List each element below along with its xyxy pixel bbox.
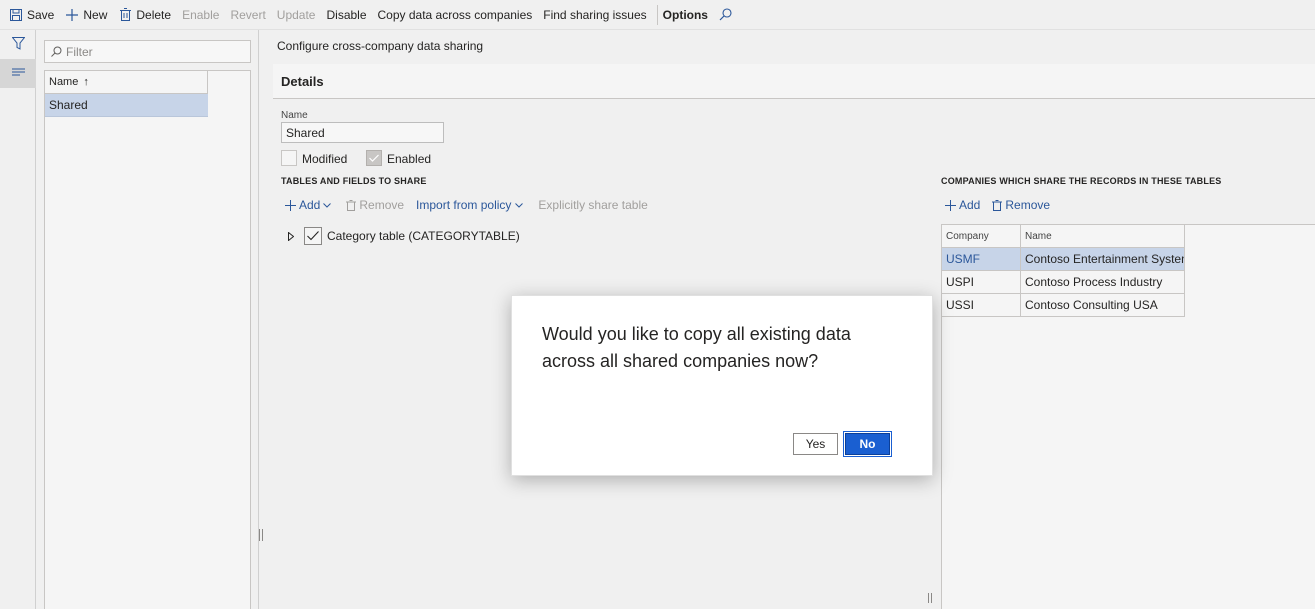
remove-label: Remove	[1005, 198, 1051, 212]
plus-icon	[285, 199, 296, 211]
update-label: Update	[276, 7, 316, 22]
company-cell: USMF	[942, 248, 1021, 270]
enabled-checkbox[interactable]	[366, 150, 382, 166]
find-sharing-issues-button[interactable]: Find sharing issues	[540, 0, 654, 30]
table-header-row: Company Name	[942, 225, 1185, 248]
company-cell: USPI	[942, 271, 1021, 293]
action-toolbar: Save New Delete Enable Revert Update Dis…	[0, 0, 1315, 30]
name-field[interactable]: Shared	[281, 122, 444, 143]
checkmark-icon	[369, 151, 379, 165]
trash-icon	[346, 199, 357, 211]
pane-splitter[interactable]	[259, 529, 263, 541]
list-grid: Name ↑ Shared	[44, 70, 251, 609]
column-header-label: Name	[49, 76, 79, 88]
list-icon	[11, 67, 25, 81]
list-pane-button[interactable]	[0, 59, 36, 88]
tables-section-title: TABLES AND FIELDS TO SHARE	[281, 176, 427, 186]
enabled-label: Enabled	[387, 152, 432, 166]
section-splitter[interactable]	[928, 593, 932, 603]
yes-button[interactable]: Yes	[793, 433, 838, 455]
list-pane: Filter Name ↑ Shared	[37, 30, 259, 609]
filter-pane-button[interactable]	[0, 30, 36, 59]
search-icon	[719, 8, 733, 22]
sort-ascending-icon: ↑	[83, 76, 89, 88]
companies-actionbar: Add Remove	[945, 198, 1062, 212]
details-header-label: Details	[281, 73, 324, 89]
remove-label: Remove	[359, 198, 405, 212]
disable-label: Disable	[326, 7, 367, 22]
modified-label: Modified	[302, 152, 348, 166]
plus-icon	[65, 8, 79, 22]
dialog-message: Would you like to copy all existing data…	[542, 324, 851, 371]
column-header-name[interactable]: Name ↑	[45, 71, 208, 94]
copy-data-label: Copy data across companies	[377, 7, 533, 22]
save-icon	[9, 8, 23, 22]
enable-label: Enable	[182, 7, 220, 22]
tree-item-checkbox[interactable]	[304, 227, 322, 245]
filter-input[interactable]: Filter	[44, 40, 251, 63]
details-header[interactable]: Details	[273, 64, 1315, 99]
delete-button[interactable]: Delete	[115, 0, 179, 30]
left-rail	[0, 30, 36, 609]
funnel-icon	[10, 36, 26, 53]
column-header-company[interactable]: Company	[942, 225, 1021, 247]
page-title: Configure cross-company data sharing	[277, 39, 484, 53]
search-icon	[51, 46, 62, 57]
save-button[interactable]: Save	[6, 0, 62, 30]
column-header-name[interactable]: Name	[1021, 225, 1185, 247]
options-label: Options	[662, 7, 708, 22]
tree-item[interactable]: Category table (CATEGORYTABLE)	[288, 227, 520, 245]
company-cell: USSI	[942, 294, 1021, 316]
confirm-dialog: Would you like to copy all existing data…	[511, 295, 933, 476]
update-button[interactable]: Update	[274, 0, 324, 30]
trash-icon	[992, 199, 1003, 211]
name-cell: Contoso Process Industry	[1021, 271, 1185, 293]
new-button[interactable]: New	[62, 0, 115, 30]
name-cell: Contoso Consulting USA	[1021, 294, 1185, 316]
explicitly-share-table-button[interactable]: Explicitly share table	[538, 198, 647, 212]
trash-icon	[118, 8, 132, 22]
remove-company-button[interactable]: Remove	[992, 198, 1050, 212]
add-label: Add	[959, 198, 981, 212]
name-value: Shared	[286, 125, 325, 140]
chevron-down-icon	[323, 202, 332, 208]
toolbar-divider	[656, 4, 658, 25]
plus-icon	[945, 199, 956, 211]
add-label: Add	[299, 198, 321, 212]
revert-button[interactable]: Revert	[227, 0, 273, 30]
revert-label: Revert	[230, 7, 266, 22]
disable-button[interactable]: Disable	[323, 0, 374, 30]
explicitly-share-label: Explicitly share table	[538, 198, 648, 212]
list-item[interactable]: Shared	[45, 94, 208, 117]
no-button[interactable]: No	[843, 431, 892, 457]
name-cell: Contoso Entertainment System ...	[1021, 248, 1185, 270]
new-label: New	[83, 7, 108, 22]
delete-label: Delete	[136, 7, 172, 22]
search-button[interactable]	[716, 0, 745, 30]
table-row[interactable]: USSI Contoso Consulting USA	[942, 294, 1185, 317]
tables-actionbar: Add Remove Import from policy Explicitly…	[285, 198, 660, 212]
table-row[interactable]: USMF Contoso Entertainment System ...	[942, 248, 1185, 271]
list-item-label: Shared	[49, 98, 88, 112]
modified-checkbox[interactable]	[281, 150, 297, 166]
copy-data-button[interactable]: Copy data across companies	[375, 0, 541, 30]
import-label: Import from policy	[416, 198, 512, 212]
expand-triangle-icon[interactable]	[288, 231, 298, 241]
chevron-down-icon	[515, 202, 524, 208]
tree-item-label: Category table (CATEGORYTABLE)	[327, 229, 520, 243]
options-tab[interactable]: Options	[660, 0, 716, 30]
filter-placeholder: Filter	[66, 44, 93, 59]
companies-grid: Company Name USMF Contoso Entertainment …	[941, 224, 1315, 609]
find-issues-label: Find sharing issues	[543, 7, 647, 22]
save-label: Save	[27, 7, 55, 22]
enable-button[interactable]: Enable	[179, 0, 227, 30]
table-row[interactable]: USPI Contoso Process Industry	[942, 271, 1185, 294]
remove-table-button[interactable]: Remove	[346, 198, 404, 212]
companies-section-title: COMPANIES WHICH SHARE THE RECORDS IN THE…	[941, 176, 1222, 186]
add-company-button[interactable]: Add	[945, 198, 980, 212]
import-from-policy-button[interactable]: Import from policy	[416, 198, 526, 212]
add-table-button[interactable]: Add	[285, 198, 334, 212]
name-label: Name	[281, 110, 308, 121]
